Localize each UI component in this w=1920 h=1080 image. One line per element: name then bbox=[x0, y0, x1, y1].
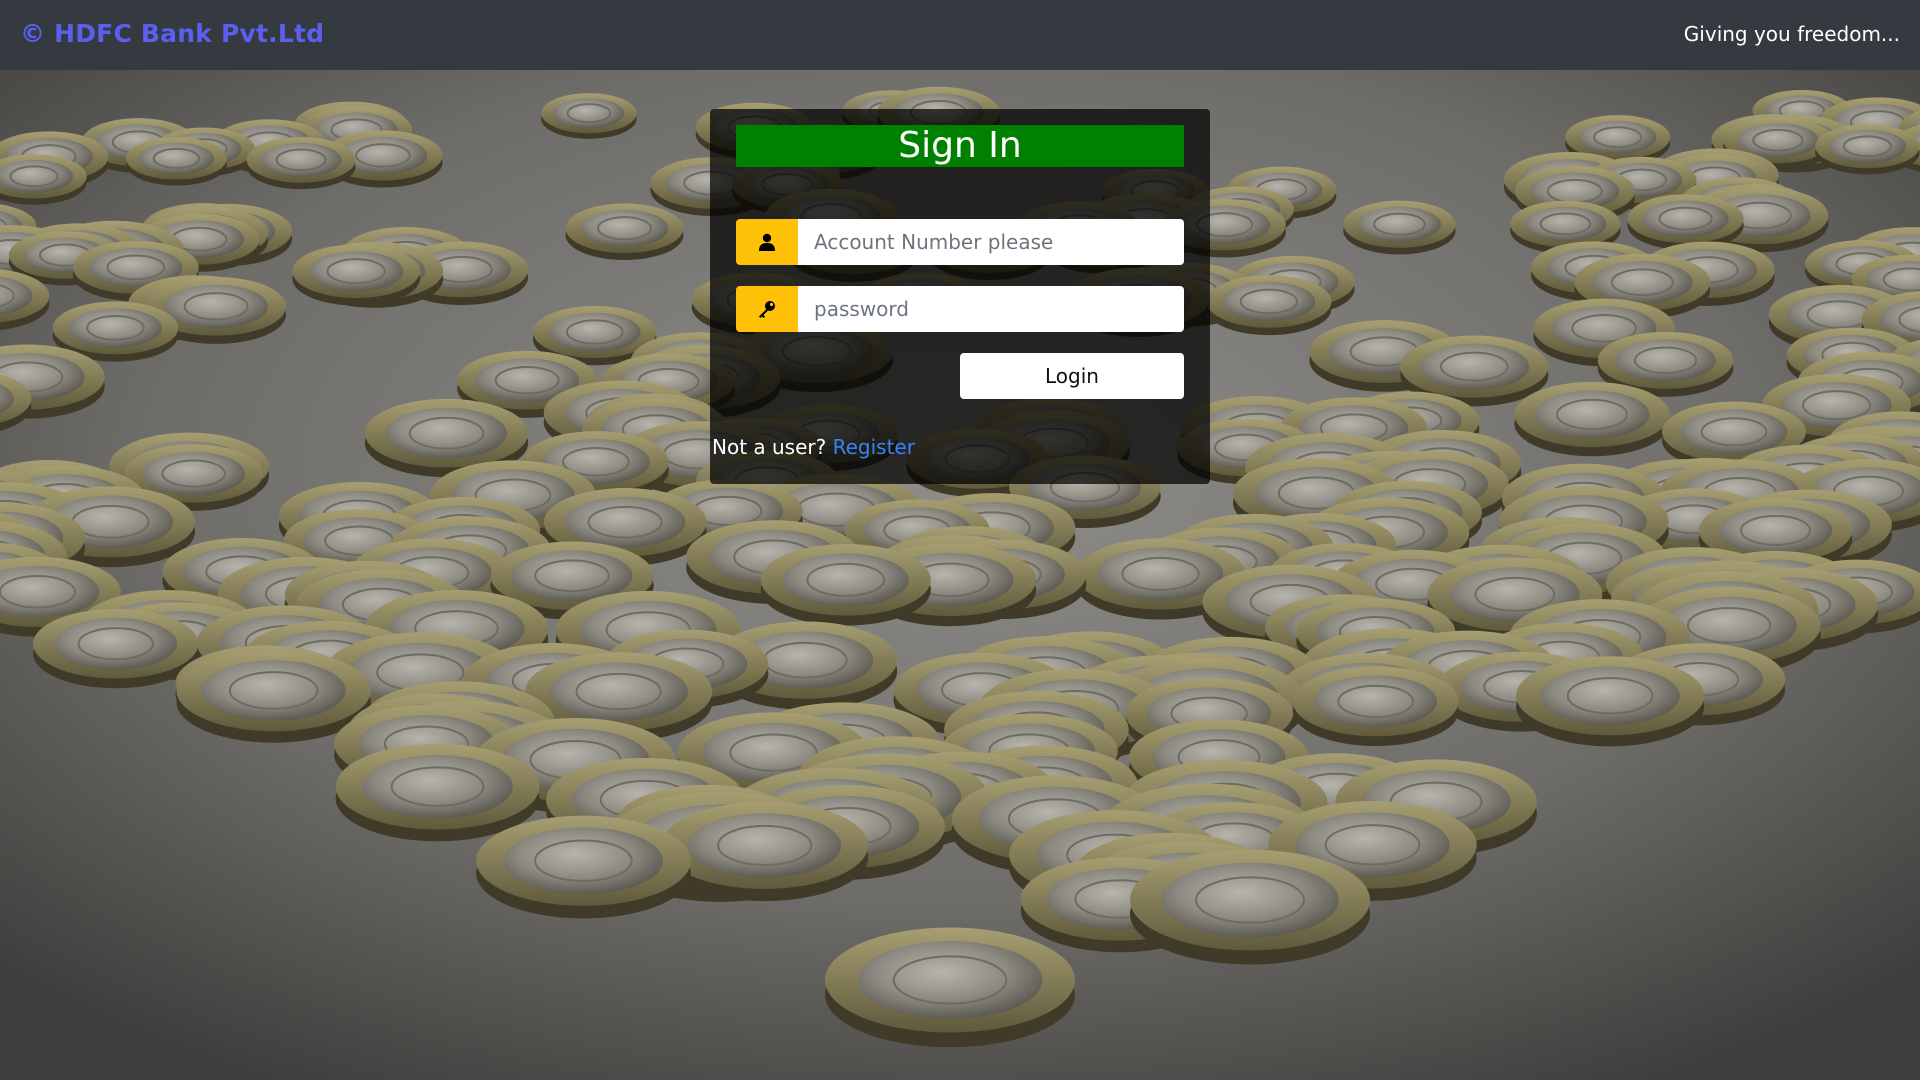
tagline: Giving you freedom... bbox=[1683, 22, 1900, 46]
account-number-input[interactable] bbox=[798, 219, 1184, 265]
login-button[interactable]: Login bbox=[960, 353, 1184, 399]
register-prompt-line: Not a user? Register bbox=[712, 435, 915, 459]
register-link[interactable]: Register bbox=[833, 435, 915, 459]
top-navbar: © HDFC Bank Pvt.Ltd Giving you freedom..… bbox=[0, 0, 1920, 70]
key-icon bbox=[736, 286, 798, 332]
login-card: Sign In Login Not a user? Register bbox=[710, 109, 1210, 484]
password-group bbox=[736, 286, 1184, 332]
sign-in-heading: Sign In bbox=[736, 125, 1184, 167]
account-number-group bbox=[736, 219, 1184, 265]
brand-link[interactable]: © HDFC Bank Pvt.Ltd bbox=[20, 0, 324, 70]
register-prompt-text: Not a user? bbox=[712, 435, 827, 459]
user-icon bbox=[736, 219, 798, 265]
password-input[interactable] bbox=[798, 286, 1184, 332]
